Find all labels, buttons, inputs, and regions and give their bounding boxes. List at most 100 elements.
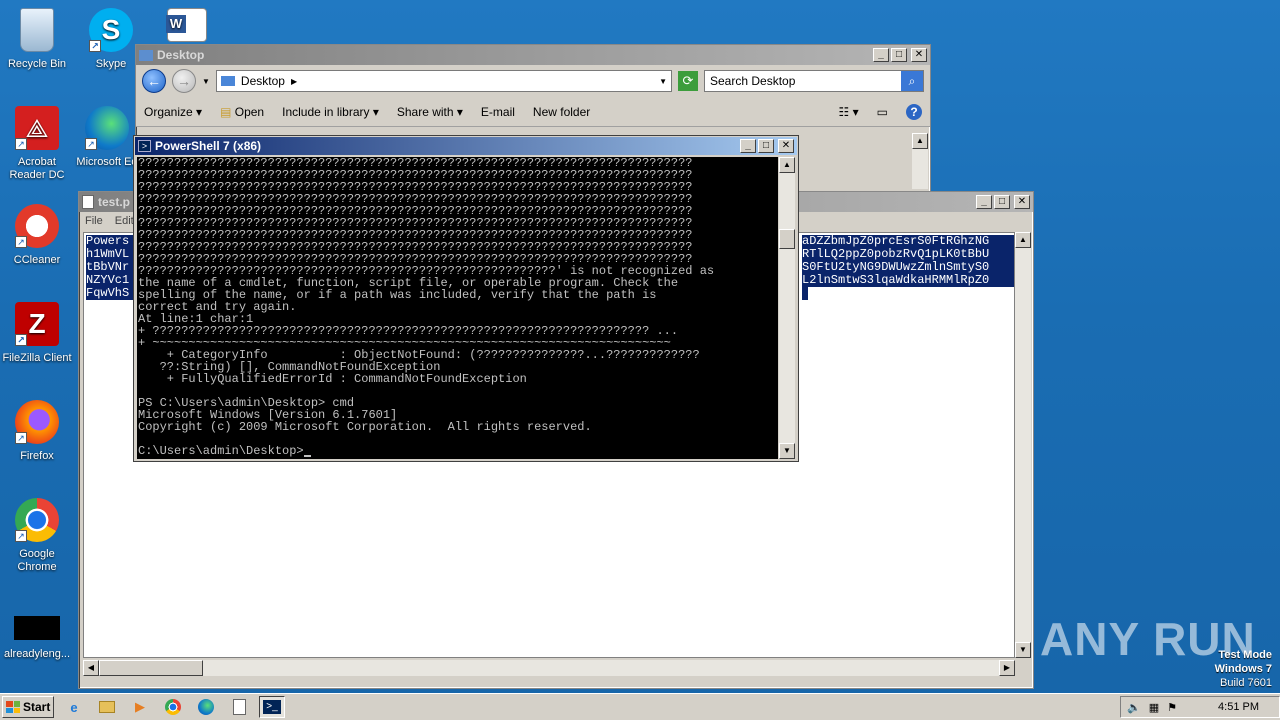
skype-icon: S ↗ (89, 8, 133, 52)
desktop-icon-label: FileZilla Client (2, 352, 72, 364)
folder-icon (139, 49, 153, 61)
desktop-icon-label: CCleaner (13, 254, 61, 266)
email-button[interactable]: E-mail (481, 105, 515, 119)
start-label: Start (23, 700, 51, 714)
close-button[interactable]: ✕ (1014, 195, 1030, 209)
ccleaner-icon: ↗ (15, 204, 59, 248)
black-file-icon (14, 616, 60, 640)
desktop-icon-recycle-bin[interactable]: Recycle Bin (0, 8, 74, 71)
scroll-left-arrow-icon[interactable]: ◀ (83, 660, 99, 676)
taskbar: Start e ▶ >_ 🔈 ▦ ⚑ 4:51 PM (0, 693, 1280, 720)
recycle-bin-icon (20, 8, 54, 52)
search-input[interactable]: Search Desktop ⌕ (704, 70, 924, 92)
organize-button[interactable]: Organize ▾ (144, 105, 202, 119)
console-output[interactable]: ????????????????????????????????????????… (137, 157, 778, 459)
desktop-icon-label: alreadyleng... (3, 648, 71, 660)
address-dropdown-icon[interactable]: ▼ (659, 77, 667, 86)
notepad-icon (82, 195, 94, 209)
text-line: tBbVNr (86, 261, 136, 274)
include-library-button[interactable]: Include in library ▾ (282, 105, 379, 119)
scroll-down-arrow-icon[interactable]: ▼ (1015, 642, 1031, 658)
close-button[interactable]: ✕ (911, 48, 927, 62)
scroll-down-arrow-icon[interactable]: ▼ (779, 443, 795, 459)
maximize-button[interactable]: □ (758, 139, 774, 153)
console-scrollbar[interactable]: ▲ ▼ (779, 157, 795, 459)
desktop-icon-file[interactable]: alreadyleng... (0, 616, 74, 661)
maximize-button[interactable]: □ (891, 48, 907, 62)
text-line (802, 287, 808, 300)
start-button[interactable]: Start (2, 696, 54, 718)
acrobat-icon: ⟁ ↗ (15, 106, 59, 150)
open-button[interactable]: ▤ Open (220, 105, 264, 119)
test-mode-watermark: Test Mode Windows 7 Build 7601 (1215, 648, 1272, 690)
desktop-icon-word[interactable]: W (150, 8, 224, 48)
ie-icon[interactable]: e (61, 696, 87, 718)
volume-icon[interactable]: 🔈 (1127, 701, 1141, 714)
minimize-button[interactable]: _ (873, 48, 889, 62)
close-button[interactable]: ✕ (778, 139, 794, 153)
refresh-icon[interactable]: ⟳ (678, 71, 698, 91)
scroll-right-arrow-icon[interactable]: ▶ (999, 660, 1015, 676)
desktop-icon-ccleaner[interactable]: ↗ CCleaner (0, 204, 74, 267)
filezilla-icon: Z ↗ (15, 302, 59, 346)
desktop-icon-firefox[interactable]: ↗ Firefox (0, 400, 74, 463)
media-player-icon[interactable]: ▶ (127, 696, 153, 718)
minimize-button[interactable]: _ (740, 139, 756, 153)
console-line: + FullyQualifiedErrorId : CommandNotFoun… (138, 372, 527, 386)
share-with-button[interactable]: Share with ▾ (397, 105, 463, 119)
clock[interactable]: 4:51 PM (1218, 701, 1259, 713)
desktop-icon-label: Firefox (20, 450, 54, 462)
text-line: Powers (86, 235, 136, 248)
network-icon[interactable]: ▦ (1149, 701, 1159, 714)
new-folder-button[interactable]: New folder (533, 105, 590, 119)
scroll-up-arrow-icon[interactable]: ▲ (912, 133, 928, 149)
scroll-thumb[interactable] (779, 229, 795, 249)
windows-logo-icon (6, 701, 20, 713)
organize-label: Organize (144, 104, 193, 119)
explorer-icon[interactable] (94, 696, 120, 718)
desktop-icon-chrome[interactable]: ↗ Google Chrome (0, 498, 74, 574)
help-icon[interactable]: ? (906, 103, 922, 120)
text-line: h1WmVL (86, 248, 136, 261)
notepad-icon[interactable] (226, 696, 252, 718)
breadcrumb-arrow-icon[interactable]: ▶ (291, 77, 297, 86)
explorer-titlebar[interactable]: Desktop _ □ ✕ (136, 45, 930, 65)
desktop-icon-label: Recycle Bin (7, 58, 67, 70)
desktop-icon-acrobat[interactable]: ⟁ ↗ Acrobat Reader DC (0, 106, 74, 182)
notepad-vscrollbar[interactable]: ▲ ▼ (1015, 232, 1031, 658)
address-bar[interactable]: Desktop ▶ ▼ (215, 70, 672, 92)
forward-button[interactable]: → (172, 69, 196, 93)
chrome-icon[interactable] (160, 696, 186, 718)
text-line: RTlLQ2ppZ0pobzRvQ1pLK0tBbU (802, 248, 1014, 261)
powershell-window: > PowerShell 7 (x86) _ □ ✕ ?????????????… (133, 135, 799, 462)
edge-icon[interactable] (193, 696, 219, 718)
action-center-icon[interactable]: ⚑ (1167, 701, 1177, 714)
desktop-icon-label: Acrobat Reader DC (9, 156, 65, 181)
maximize-button[interactable]: □ (994, 195, 1010, 209)
back-button[interactable]: ← (142, 69, 166, 93)
powershell-icon[interactable]: >_ (259, 696, 285, 718)
scroll-up-arrow-icon[interactable]: ▲ (1015, 232, 1031, 248)
console-line: Copyright (c) 2009 Microsoft Corporation… (138, 420, 592, 434)
watermark-line2: Windows 7 (1214, 663, 1272, 675)
scroll-up-arrow-icon[interactable]: ▲ (779, 157, 795, 173)
watermark-line3: Build 7601 (1220, 677, 1272, 689)
text-line: aDZZbmJpZ0prcEsrS0FtRGhzNG (802, 235, 1014, 248)
powershell-titlebar[interactable]: > PowerShell 7 (x86) _ □ ✕ (135, 137, 797, 155)
minimize-button[interactable]: _ (976, 195, 992, 209)
text-line: S0FtU2tyNG9DWUwzZmlnSmtyS0 (802, 261, 1014, 274)
view-options-icon[interactable]: ☷ ▾ (839, 105, 859, 119)
menu-file[interactable]: File (85, 215, 103, 227)
edge-icon: ↗ (85, 106, 129, 150)
notepad-hscrollbar[interactable]: ◀ ▶ (83, 660, 1015, 676)
preview-pane-icon[interactable]: ▭ (877, 105, 888, 119)
chevron-down-icon[interactable]: ▼ (202, 77, 210, 86)
menu-edit[interactable]: Edit (115, 215, 134, 227)
text-line: FqwVhS (86, 287, 136, 300)
desktop-icon-filezilla[interactable]: Z ↗ FileZilla Client (0, 302, 74, 365)
search-icon[interactable]: ⌕ (901, 71, 923, 91)
console-line: C:\Users\admin\Desktop> (138, 445, 778, 457)
scroll-thumb[interactable] (99, 660, 203, 676)
explorer-scrollbar[interactable]: ▲ (912, 133, 928, 189)
address-text: Desktop (240, 74, 285, 88)
